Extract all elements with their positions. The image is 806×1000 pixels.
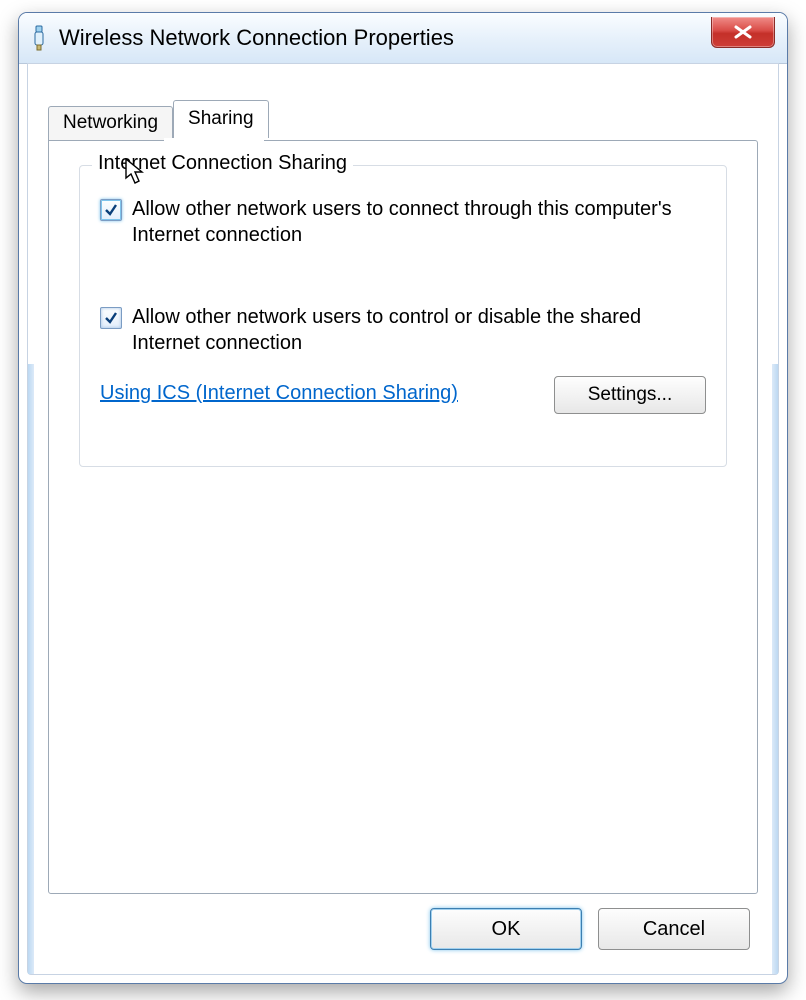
close-button[interactable] (711, 17, 775, 48)
help-link-ics[interactable]: Using ICS (Internet Connection Sharing) (100, 382, 458, 404)
label-allow-control: Allow other network users to control or … (132, 304, 706, 356)
ok-button[interactable]: OK (430, 908, 582, 950)
cancel-button[interactable]: Cancel (598, 908, 750, 950)
group-internet-connection-sharing: Internet Connection Sharing Allow other … (79, 165, 727, 467)
window-title: Wireless Network Connection Properties (59, 25, 454, 51)
group-legend: Internet Connection Sharing (92, 152, 353, 175)
checkmark-icon (103, 310, 119, 326)
tab-sharing[interactable]: Sharing (173, 100, 269, 138)
help-link-row: Using ICS (Internet Connection Sharing) (100, 382, 458, 405)
tab-strip: Networking Sharing (48, 100, 269, 138)
settings-button[interactable]: Settings... (554, 376, 706, 414)
tab-networking[interactable]: Networking (48, 106, 173, 140)
tab-mask (164, 138, 264, 142)
network-adapter-icon (29, 24, 49, 52)
option-allow-connect[interactable]: Allow other network users to connect thr… (100, 196, 706, 248)
titlebar[interactable]: Wireless Network Connection Properties (19, 13, 787, 64)
checkbox-allow-control[interactable] (100, 307, 122, 329)
frame-left (28, 364, 34, 974)
checkmark-icon (103, 202, 119, 218)
close-icon (733, 25, 753, 39)
dialog-window: Wireless Network Connection Properties N… (18, 12, 788, 984)
client-area: Networking Sharing Internet Connection S… (27, 63, 779, 975)
checkbox-allow-connect[interactable] (100, 199, 122, 221)
tab-panel-sharing: Internet Connection Sharing Allow other … (48, 140, 758, 894)
label-allow-connect: Allow other network users to connect thr… (132, 196, 706, 248)
dialog-buttons: OK Cancel (430, 908, 750, 950)
option-allow-control[interactable]: Allow other network users to control or … (100, 304, 706, 356)
frame-right (772, 364, 778, 974)
